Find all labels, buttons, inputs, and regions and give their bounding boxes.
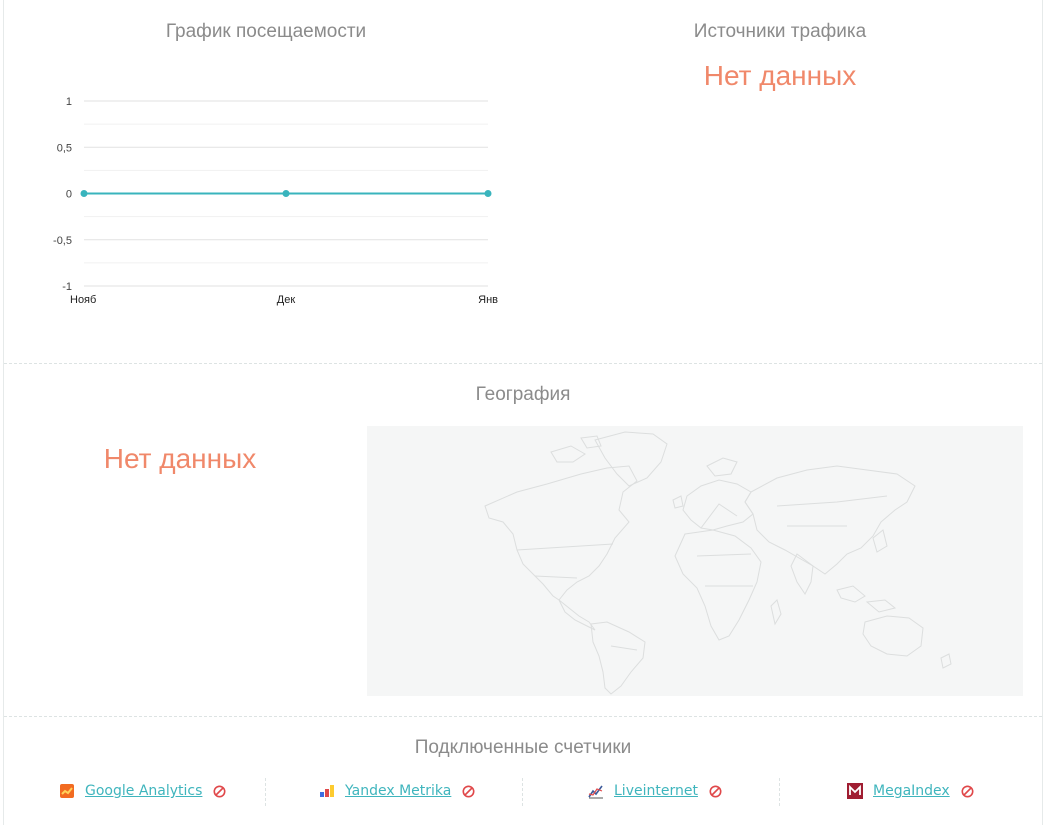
data-point [484, 190, 492, 197]
visits-title: График посещаемости [165, 21, 367, 42]
counter-yandex-metrika: Yandex Metrika [319, 778, 475, 804]
y-tick-label: -0,5 [53, 235, 72, 247]
counter-separator [779, 778, 780, 806]
visits-chart: 1 0,5 0 -0,5 -1Нояб Дек Янв [53, 96, 498, 306]
traffic-title: Источники трафика [693, 21, 867, 42]
world-map-outline [484, 431, 952, 695]
counters-title: Подключенные счетчики [414, 737, 632, 758]
yandex-metrika-icon [319, 783, 335, 799]
section-divider [4, 716, 1042, 717]
world-map [367, 426, 1023, 696]
counter-link[interactable]: Yandex Metrika [345, 783, 451, 799]
y-tick-label: -1 [62, 281, 72, 293]
y-tick-label: 1 [66, 96, 72, 108]
x-tick-label: Нояб [70, 294, 96, 306]
megaindex-icon [847, 783, 863, 799]
counter-megaindex: MegaIndex [847, 778, 974, 804]
data-point [282, 190, 290, 197]
geo-nodata: Нет данных [103, 443, 257, 474]
x-tick-label: Дек [277, 294, 296, 306]
x-tick-label: Янв [478, 294, 498, 306]
not-connected-icon [462, 785, 475, 798]
counter-separator [522, 778, 523, 806]
not-connected-icon [961, 785, 974, 798]
liveinternet-icon [588, 783, 604, 799]
section-divider [4, 363, 1042, 364]
counter-link[interactable]: Liveinternet [614, 783, 698, 799]
counter-liveinternet: Liveinternet [588, 778, 722, 804]
counter-separator [265, 778, 266, 806]
counter-google-analytics: Google Analytics [59, 778, 226, 804]
data-point [80, 190, 88, 197]
y-tick-label: 0,5 [57, 142, 72, 154]
geo-title: География [475, 384, 571, 405]
counters-list: Google Analytics Yandex Metrika Liveinte… [4, 770, 1042, 814]
counter-link[interactable]: MegaIndex [873, 783, 950, 799]
not-connected-icon [213, 785, 226, 798]
google-analytics-icon [59, 783, 75, 799]
y-tick-label: 0 [66, 189, 72, 201]
not-connected-icon [709, 785, 722, 798]
counter-link[interactable]: Google Analytics [85, 783, 202, 799]
traffic-nodata: Нет данных [703, 60, 857, 91]
